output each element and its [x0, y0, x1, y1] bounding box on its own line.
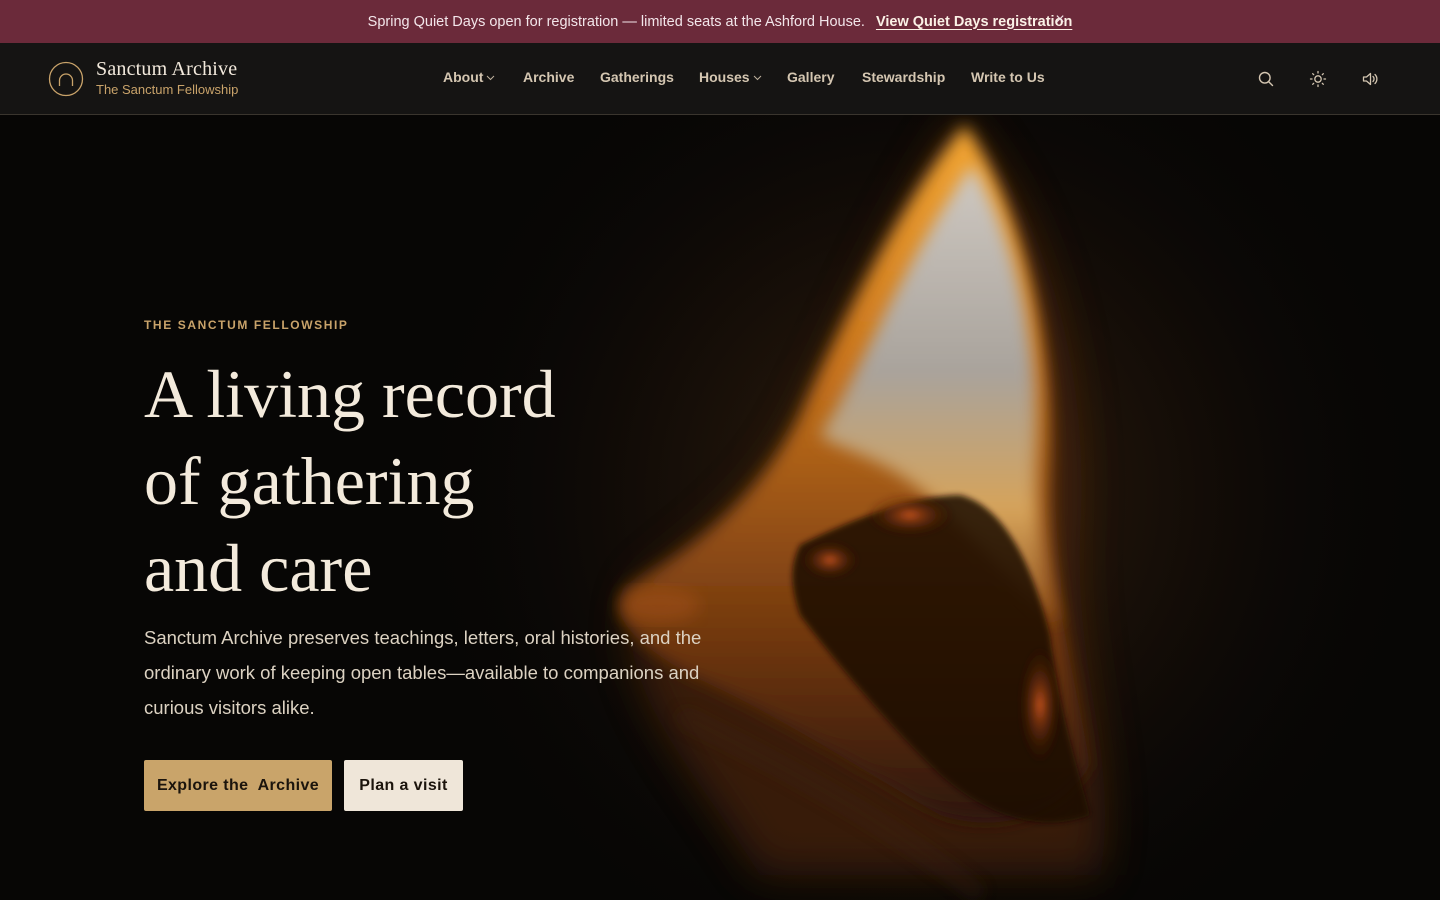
nav-item-archive[interactable]: Archive — [523, 69, 574, 85]
nav-item-gallery[interactable]: Gallery — [787, 69, 834, 85]
close-icon[interactable]: × — [1052, 11, 1068, 29]
hero-section: THE SANCTUM FELLOWSHIP A living record o… — [0, 115, 1440, 900]
plan-visit-button[interactable]: Plan a visit — [344, 760, 463, 811]
explore-archive-button[interactable]: Explore the Archive — [144, 760, 332, 811]
chevron-down-icon — [487, 75, 495, 80]
site-header: Sanctum Archive The Sanctum Fellowship A… — [0, 43, 1440, 115]
nav-item-label: Gatherings — [600, 69, 674, 85]
chevron-down-icon — [753, 75, 761, 80]
nav-item-houses[interactable]: Houses — [699, 69, 762, 85]
main-nav: About Archive Gatherings Houses Gallery … — [0, 69, 1440, 89]
nav-item-gatherings[interactable]: Gatherings — [600, 69, 674, 85]
hero-eyebrow: THE SANCTUM FELLOWSHIP — [144, 318, 349, 332]
nav-item-stewardship[interactable]: Stewardship — [862, 69, 945, 85]
nav-item-about[interactable]: About — [443, 69, 495, 85]
nav-item-label: Write to Us — [971, 69, 1045, 85]
registration-link[interactable]: View Quiet Days registration — [876, 14, 1072, 30]
hero-description: Sanctum Archive preserves teachings, let… — [144, 627, 702, 718]
nav-item-label: About — [443, 69, 484, 85]
speaker-icon[interactable] — [1361, 70, 1379, 88]
nav-item-label: Gallery — [787, 69, 835, 85]
nav-item-label: Archive — [523, 69, 575, 85]
search-icon[interactable] — [1257, 70, 1275, 88]
headline-line: A living record — [144, 356, 556, 432]
sun-icon[interactable] — [1309, 70, 1327, 88]
nav-item-label: Houses — [699, 69, 750, 85]
announcement-banner: Spring Quiet Days open for registration … — [0, 0, 1440, 43]
hero-headline: A living record of gathering and care — [144, 351, 704, 612]
headline-line: of gathering — [144, 443, 475, 519]
announcement-message: Spring Quiet Days open for registration … — [367, 13, 865, 30]
nav-item-label: Stewardship — [862, 69, 946, 85]
nav-item-write-to-us[interactable]: Write to Us — [971, 69, 1045, 85]
headline-line: and care — [144, 530, 373, 606]
